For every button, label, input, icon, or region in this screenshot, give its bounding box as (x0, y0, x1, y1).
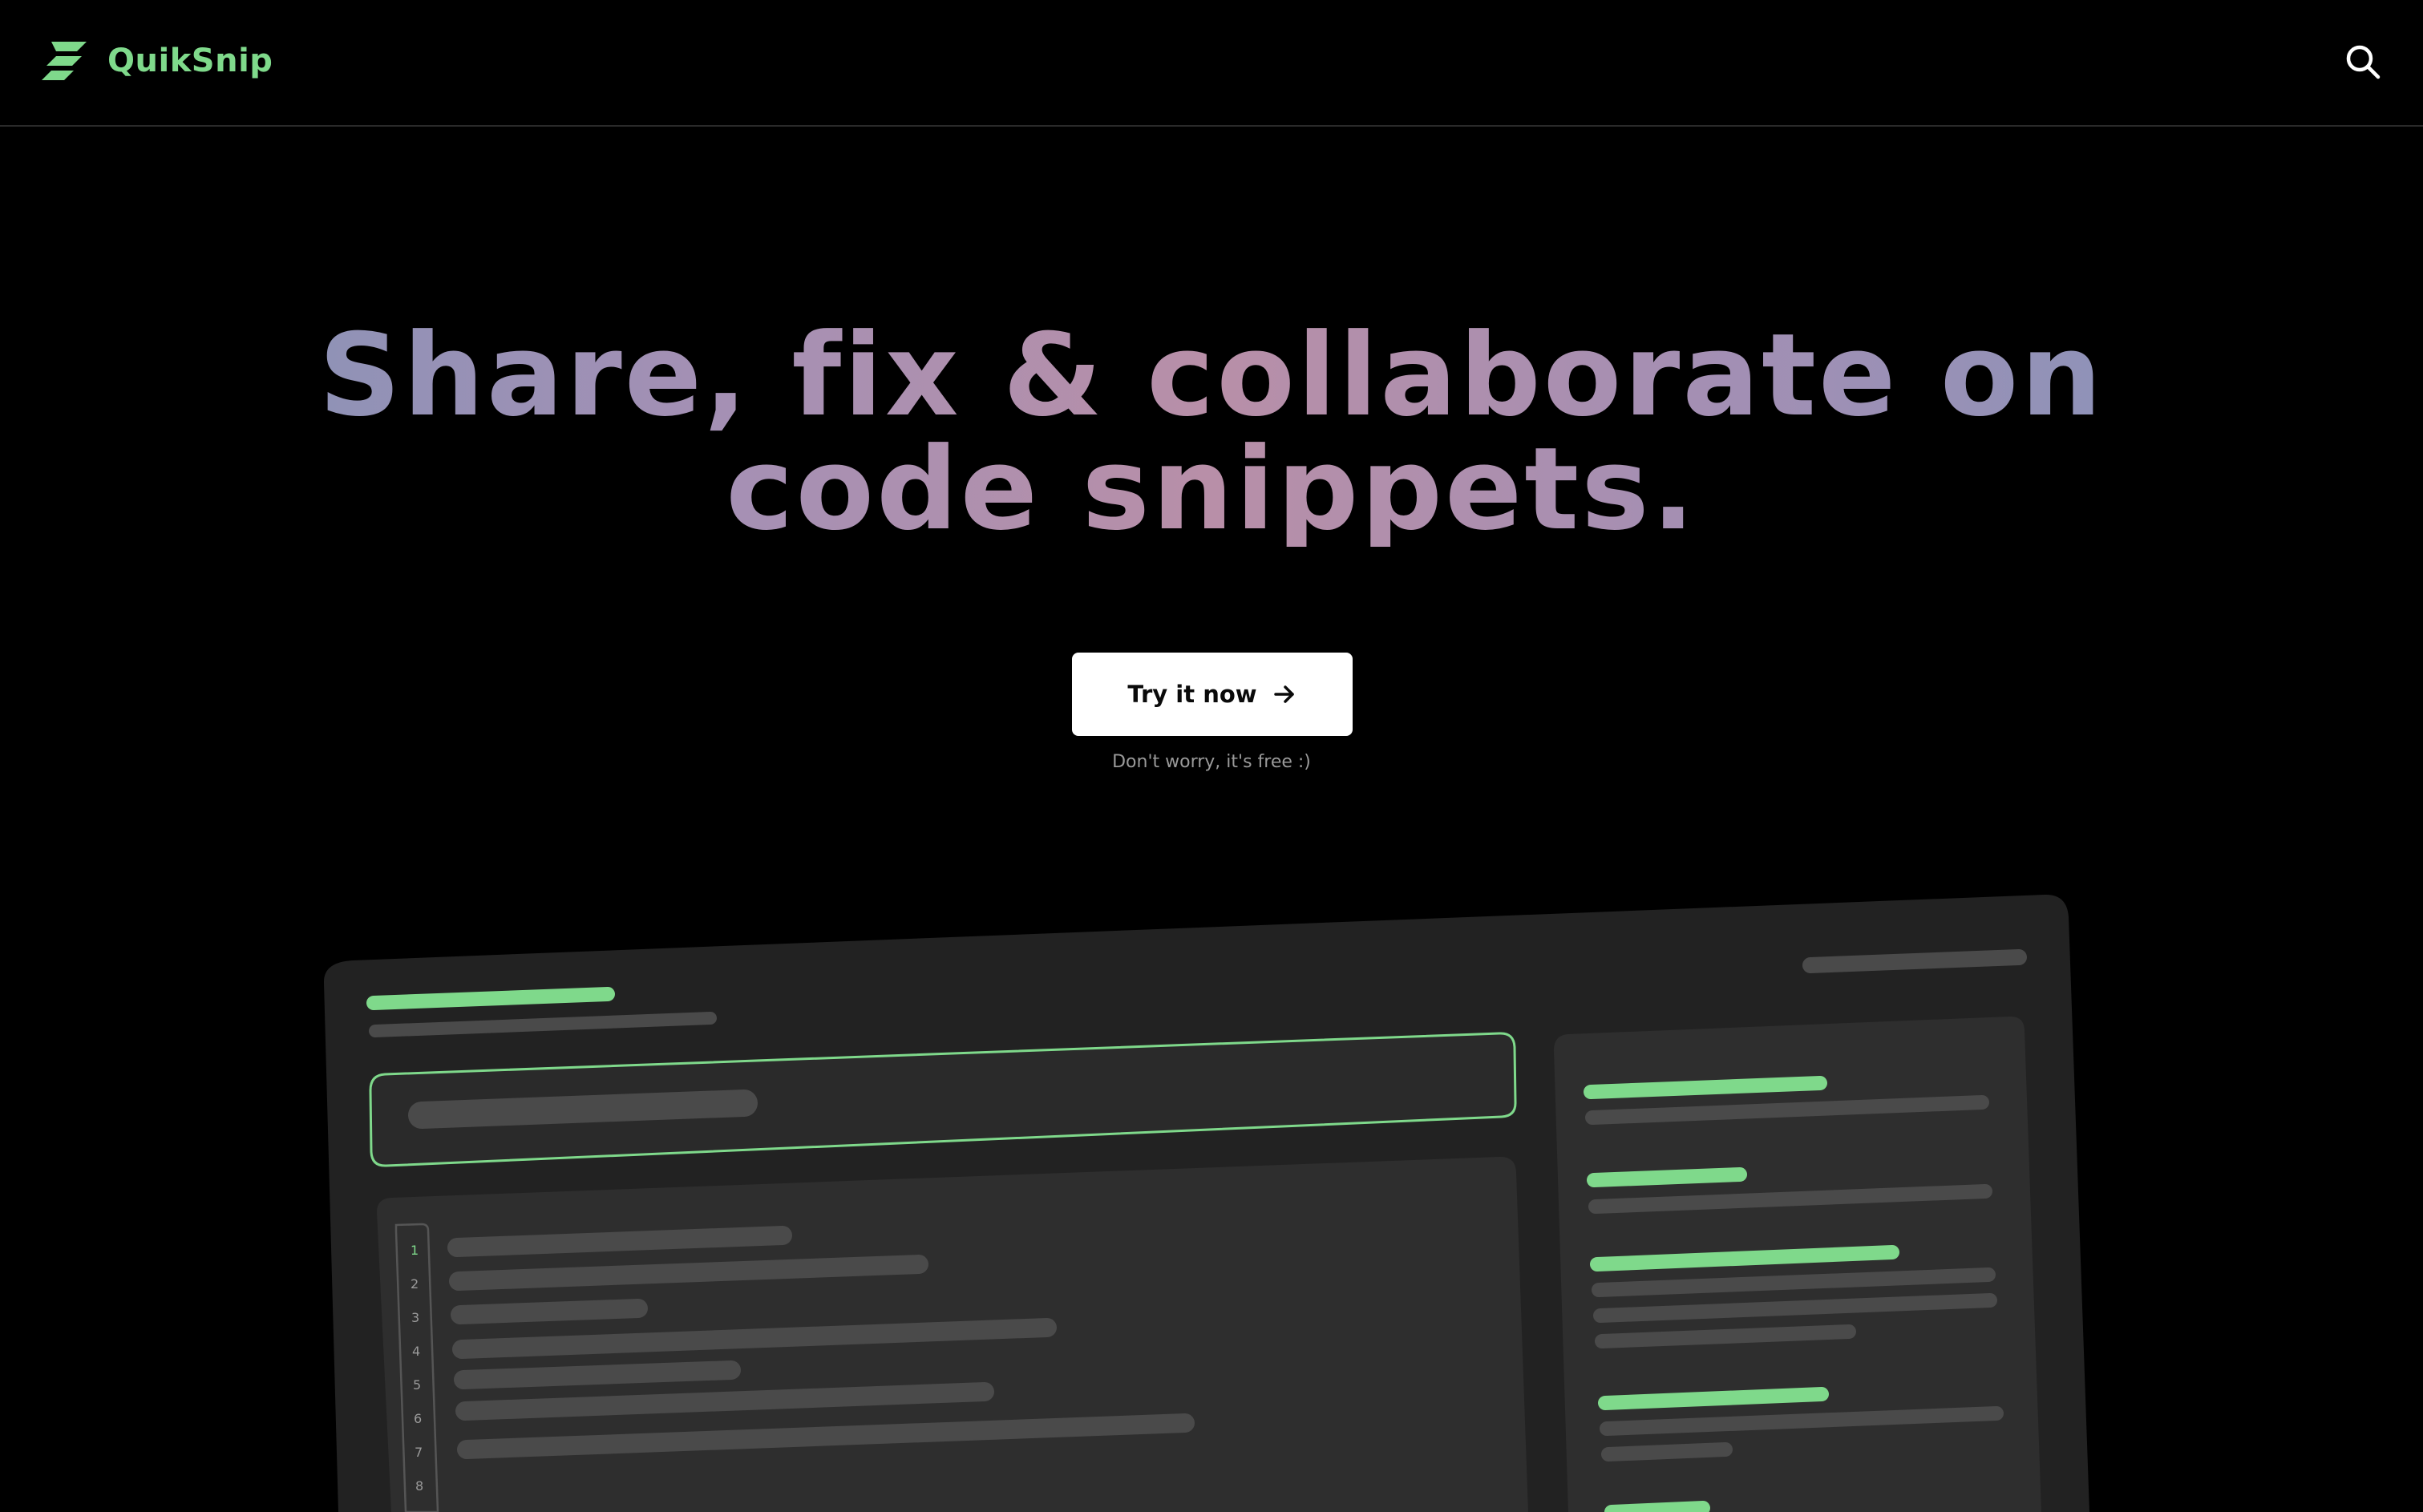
app-preview-graphic: 1 2 3 4 5 6 7 8 (323, 894, 2090, 1512)
side-text-bar (1601, 1442, 1733, 1461)
line-number-7: 7 (415, 1445, 423, 1460)
brand-home-link[interactable]: QuikSnip (40, 40, 273, 82)
side-text-bar (1595, 1324, 1856, 1348)
try-it-now-button[interactable]: Try it now (1072, 653, 1353, 736)
preview-top-right-bar (1802, 949, 2027, 973)
search-button[interactable] (2341, 40, 2386, 85)
preview-title-bar (366, 987, 615, 1010)
hero-headline: Share, fix & collaborate on code snippet… (0, 319, 2423, 547)
side-heading-bar (1584, 1076, 1827, 1099)
line-number-5: 5 (413, 1377, 421, 1393)
hero-headline-line-2: code snippets. (726, 423, 1697, 556)
lightning-bolt-logo-icon (42, 42, 87, 80)
arrow-right-icon (1273, 685, 1294, 703)
hero-headline-line-1: Share, fix & collaborate on (318, 309, 2105, 442)
top-nav: QuikSnip (0, 0, 2423, 127)
side-heading-bar (1587, 1167, 1747, 1187)
preview-input-placeholder (408, 1090, 758, 1129)
line-number-1: 1 (411, 1243, 419, 1258)
cta-free-note: Don't worry, it's free :) (1112, 752, 1311, 772)
side-heading-bar (1598, 1387, 1829, 1410)
line-number-2: 2 (411, 1276, 419, 1292)
search-icon (2346, 45, 2381, 79)
line-number-3: 3 (411, 1310, 419, 1325)
app-preview-illustration: 1 2 3 4 5 6 7 8 (0, 882, 2423, 1512)
line-number-8: 8 (415, 1478, 423, 1494)
landing-page: QuikSnip Share, fix & collaborate on cod… (0, 0, 2423, 1512)
cta-label: Try it now (1127, 681, 1257, 708)
code-line-bar (447, 1226, 792, 1257)
code-line-bar (451, 1299, 648, 1324)
code-line-bar (454, 1360, 741, 1389)
line-number-6: 6 (414, 1411, 422, 1426)
line-number-4: 4 (412, 1344, 420, 1359)
brand-name: QuikSnip (107, 42, 273, 79)
side-heading-bar (1604, 1501, 1710, 1512)
